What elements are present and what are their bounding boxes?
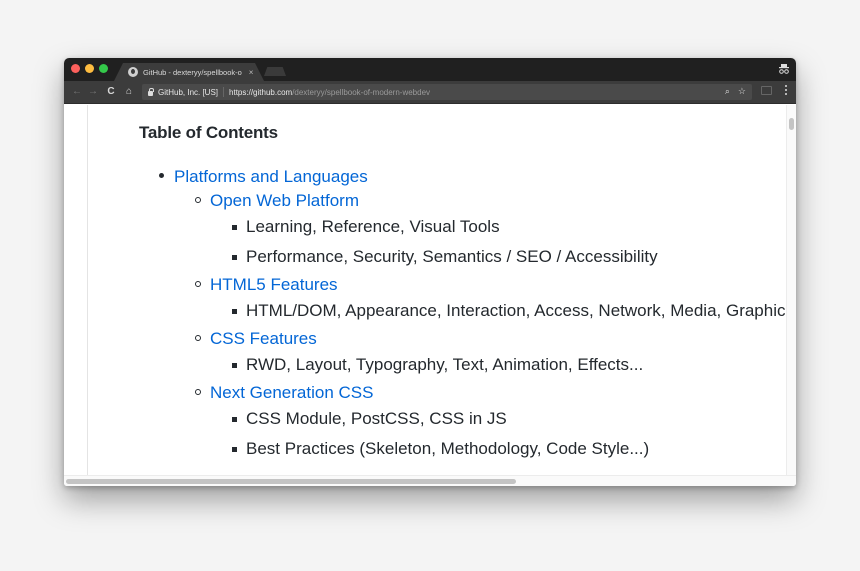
menu-icon[interactable] [785,85,788,95]
readme-content: Table of Contents Platforms and Language… [139,123,794,461]
toc-subitem: CSS Features RWD, Layout, Typography, Te… [174,327,794,377]
toc-leaf-item: HTML/DOM, Appearance, Interaction, Acces… [210,299,794,323]
browser-window: GitHub - dexteryy/spellbook-o × ← → C ⌂ … [64,58,796,486]
back-button[interactable]: ← [70,85,84,99]
toc-link-html5-features[interactable]: HTML5 Features [210,273,794,297]
toc-subitem: Open Web Platform Learning, Reference, V… [174,189,794,269]
vertical-scrollbar-thumb[interactable] [789,118,794,130]
horizontal-scrollbar-thumb[interactable] [66,479,516,484]
url-path: /dexteryy/spellbook-of-modern-webdev [292,87,431,97]
home-button[interactable]: ⌂ [122,85,136,99]
toc-item: Platforms and Languages Open Web Platfor… [139,165,794,461]
toc-subitem: Next Generation CSS CSS Module, PostCSS,… [174,381,794,461]
reload-button[interactable]: C [104,85,118,99]
address-bar[interactable]: GitHub, Inc. [US] https://github.com/dex… [142,84,752,100]
toc-leaf-item: RWD, Layout, Typography, Text, Animation… [210,353,794,377]
tab-close-icon[interactable]: × [249,68,254,77]
tab-bar: GitHub - dexteryy/spellbook-o × [64,58,796,81]
bookmark-star-icon[interactable]: ☆ [738,86,746,97]
toc-link-open-web-platform[interactable]: Open Web Platform [210,189,794,213]
toc-link-css-features[interactable]: CSS Features [210,327,794,351]
traffic-lights [71,64,108,73]
cast-icon[interactable] [761,86,772,95]
incognito-icon [779,64,789,74]
url-host: https://github.com [229,87,293,97]
browser-toolbar: ← → C ⌂ GitHub, Inc. [US] https://github… [64,81,796,104]
page-title: Table of Contents [139,123,278,142]
zoom-window-button[interactable] [99,64,108,73]
toc-link-next-generation-css[interactable]: Next Generation CSS [210,381,794,405]
toc-list: Platforms and Languages Open Web Platfor… [139,165,794,461]
close-window-button[interactable] [71,64,80,73]
lock-icon [148,87,154,96]
tab-title: GitHub - dexteryy/spellbook-o [143,67,242,77]
github-favicon-icon [128,67,138,77]
page-viewport: Table of Contents Platforms and Language… [64,105,796,486]
tab-github[interactable]: GitHub - dexteryy/spellbook-o × [114,63,264,81]
toc-leaf-item: Performance, Security, Semantics / SEO /… [210,245,794,269]
vertical-scrollbar[interactable] [786,105,796,475]
zoom-icon[interactable]: ⌕ [725,86,730,97]
toc-leaf-item: Learning, Reference, Visual Tools [210,215,794,239]
ev-certificate-label: GitHub, Inc. [US] [158,87,219,97]
toc-leaf-item: Best Practices (Skeleton, Methodology, C… [210,437,794,461]
forward-button[interactable]: → [86,85,100,99]
toc-link-platforms[interactable]: Platforms and Languages [174,165,794,189]
minimize-window-button[interactable] [85,64,94,73]
toc-leaf-item: CSS Module, PostCSS, CSS in JS [210,407,794,431]
horizontal-scrollbar[interactable] [64,475,796,486]
new-tab-button[interactable] [264,67,286,76]
toc-subitem: HTML5 Features HTML/DOM, Appearance, Int… [174,273,794,323]
